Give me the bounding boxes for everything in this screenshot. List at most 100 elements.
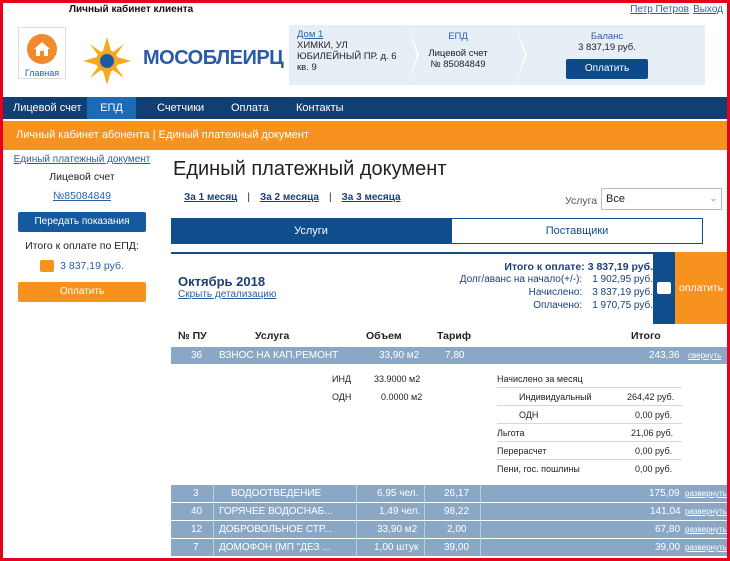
expand-link[interactable]: развернуть [685, 543, 727, 552]
to-pay-label: Итого к оплате: [504, 261, 585, 273]
row-volume: 6,95 чел. [377, 488, 419, 499]
crumb-address-line1: ХИМКИ, УЛ [297, 40, 348, 51]
tab-services[interactable]: Услуги [171, 218, 451, 244]
crumb-balance-head: Баланс [590, 31, 624, 42]
table-row[interactable]: 36 ВЗНОС НА КАП.РЕМОНТ 33,90 м2 7,80 243… [171, 347, 727, 364]
summary-panel: Октябрь 2018 Скрыть детализацию Итого к … [171, 252, 661, 324]
subheader-bar: Личный кабинет абонента | Единый платежн… [3, 121, 727, 150]
row-volume: 1,49 чел. [379, 506, 421, 517]
period-filter: За 1 месяц | За 2 месяца | За 3 месяца [184, 192, 401, 203]
period-3-months[interactable]: За 3 месяца [342, 192, 401, 203]
row-volume: 1,00 штук [374, 542, 419, 553]
period-title: Октябрь 2018 [178, 274, 266, 289]
recalc-label: Перерасчет [497, 446, 547, 456]
total-value: 3 837,19 руб. [60, 260, 124, 272]
table-row[interactable]: 12 ДОБРОВОЛЬНОЕ СТР... 33,90 м2 2,00 67,… [171, 521, 727, 538]
row-service: ДОБРОВОЛЬНОЕ СТР... [219, 524, 333, 535]
table-row[interactable]: 3 ВОДООТВЕДЕНИЕ 6,95 чел. 26,17 175,09 р… [171, 485, 727, 502]
table-row[interactable]: 40 ГОРЯЧЕЕ ВОДОСНАБ... 1,49 чел. 98,22 1… [171, 503, 727, 520]
table-header: № ПУ Услуга Объем Тариф Итого [171, 326, 727, 346]
service-select[interactable]: Все ⌄ [601, 188, 722, 210]
pay-side-button[interactable]: оплатить [653, 252, 727, 324]
crumb-address-line2: ЮБИЛЕЙНЫЙ ПР. д. 6 [297, 51, 397, 62]
crumb-address-head[interactable]: Дом 1 [297, 29, 407, 40]
total-sum: 3 837,19 руб. [3, 260, 161, 272]
table-row[interactable]: 7 ДОМОФОН (МП "ДЕЗ ... 1,00 штук 39,00 3… [171, 539, 727, 556]
nav-item-account[interactable]: Лицевой счет [3, 97, 92, 119]
ind-label: ИНД [332, 374, 352, 384]
nav-item-meters[interactable]: Счетчики [147, 97, 214, 119]
pay-side-label: оплатить [679, 282, 724, 294]
crumb-address-line3: кв. 9 [297, 62, 317, 73]
debt-row: Долг/аванс на начало(+/-): 1 902,95 руб. [460, 274, 653, 285]
recalc-value: 0,00 руб. [635, 446, 673, 456]
row-tariff: 98,22 [444, 506, 470, 517]
row-pu: 3 [193, 488, 199, 499]
print-icon[interactable] [653, 252, 675, 324]
col-tariff: Тариф [437, 330, 472, 342]
charged-value: 3 837,19 руб. [592, 287, 653, 298]
row-volume: 33,90 м2 [379, 350, 420, 361]
debt-label: Долг/аванс на начало(+/-): [459, 274, 583, 285]
nav-item-payment[interactable]: Оплата [221, 97, 279, 119]
period-1-month[interactable]: За 1 месяц [184, 192, 237, 203]
expand-link[interactable]: развернуть [685, 507, 727, 516]
main-content: Единый платежный документ За 1 месяц | За … [168, 150, 727, 558]
crumb-balance: Баланс 3 837,19 руб. Оплатить [509, 25, 705, 85]
row-tariff: 26,17 [444, 488, 470, 499]
left-panel: Единый платежный документ Лицевой счет №… [3, 150, 161, 558]
total-to-pay-row: Итого к оплате: 3 837,19 руб. [504, 261, 653, 273]
logo-sun-icon [81, 35, 133, 87]
pay-button-left[interactable]: Оплатить [18, 282, 146, 302]
benefit-value: 21,06 руб. [631, 428, 674, 438]
submit-readings-button[interactable]: Передать показания [18, 212, 146, 232]
expand-link[interactable]: развернуть [685, 489, 727, 498]
nav-item-contacts[interactable]: Контакты [286, 97, 354, 119]
home-icon [27, 34, 57, 64]
row-total: 39,00 [655, 542, 681, 553]
period-2-months[interactable]: За 2 месяца [260, 192, 319, 203]
collapse-link[interactable]: свернуть [688, 351, 721, 360]
chevron-down-icon: ⌄ [709, 193, 717, 203]
page-title: Единый платежный документ [173, 158, 447, 180]
ind-value: 33.9000 м2 [374, 374, 421, 384]
top-strip: Личный кабинет клиента Петр Петров Выход [3, 3, 727, 17]
row-total: 67,80 [655, 524, 681, 535]
odn-label: ОДН [332, 392, 352, 402]
col-volume: Объем [366, 330, 402, 342]
row-service: ДОМОФОН (МП "ДЕЗ ... [219, 542, 331, 553]
pay-button-top[interactable]: Оплатить [566, 59, 648, 79]
to-pay-value: 3 837,19 руб. [587, 261, 653, 273]
account-label: Лицевой счет [49, 171, 115, 183]
wallet-icon [40, 260, 55, 272]
row-service: ВЗНОС НА КАП.РЕМОНТ [219, 350, 339, 361]
charged-label: Начислено: [528, 287, 583, 298]
row-total: 141,04 [650, 506, 681, 517]
row-pu: 40 [191, 506, 203, 517]
user-link[interactable]: Петр Петров [630, 4, 689, 15]
crumb-address[interactable]: Дом 1 ХИМКИ, УЛ ЮБИЛЕЙНЫЙ ПР. д. 6 кв. 9 [289, 25, 419, 85]
logout-link[interactable]: Выход [693, 4, 723, 15]
odn2-value: 0,00 руб. [635, 410, 673, 420]
row-pu: 7 [193, 542, 199, 553]
service-select-value: Все [606, 193, 625, 205]
benefit-label: Льгота [497, 428, 525, 438]
tab-suppliers[interactable]: Поставщики [451, 218, 703, 244]
hide-details-link[interactable]: Скрыть детализацию [178, 289, 276, 300]
row-tariff: 39,00 [444, 542, 470, 553]
row-service: ВОДООТВЕДЕНИЕ [231, 488, 322, 499]
expand-link[interactable]: развернуть [685, 525, 727, 534]
individual-value: 264,42 руб. [627, 392, 675, 402]
row-service: ГОРЯЧЕЕ ВОДОСНАБ... [219, 506, 333, 517]
row-tariff: 2,00 [447, 524, 467, 535]
individual-label: Индивидуальный [519, 392, 592, 402]
page-frame: Личный кабинет клиента Петр Петров Выход… [3, 3, 727, 558]
nav-item-epd[interactable]: ЕПД [87, 97, 136, 119]
row-volume: 33,90 м2 [377, 524, 418, 535]
account-breadcrumb: Дом 1 ХИМКИ, УЛ ЮБИЛЕЙНЫЙ ПР. д. 6 кв. 9… [289, 25, 709, 85]
row-total: 243,36 [649, 350, 680, 361]
account-number-link[interactable]: №85084849 [3, 190, 161, 202]
row-tariff: 7,80 [445, 350, 465, 361]
epd-link[interactable]: Единый платежный документ [3, 154, 161, 165]
home-button[interactable]: Главная [18, 27, 66, 79]
